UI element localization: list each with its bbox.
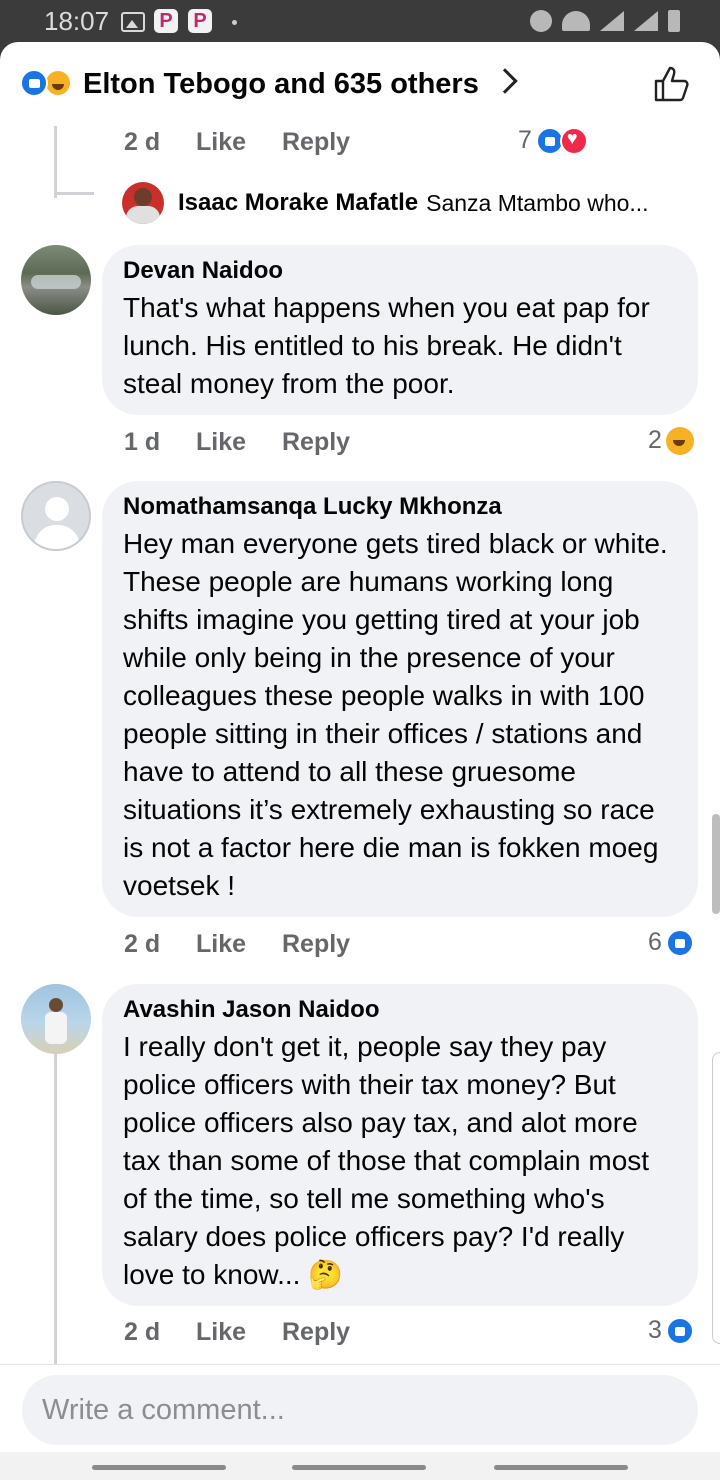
comment-time: 2 d bbox=[124, 930, 161, 958]
love-reaction-icon bbox=[559, 126, 588, 155]
comment-author[interactable]: Devan Naidoo bbox=[123, 257, 678, 285]
comments-sheet: Elton Tebogo and 635 others 2 d Like Rep… bbox=[0, 42, 720, 1480]
comment-input[interactable]: Write a comment... bbox=[22, 1375, 698, 1445]
comment-bubble[interactable]: Nomathamsanqa Lucky Mkhonza Hey man ever… bbox=[102, 481, 698, 917]
thread-line bbox=[54, 1054, 57, 1364]
reaction-count[interactable]: 3 bbox=[648, 1316, 694, 1345]
comment-time: 2 d bbox=[124, 128, 161, 156]
like-button[interactable]: Like bbox=[196, 1318, 282, 1347]
comment-time: 2 d bbox=[124, 1318, 161, 1346]
like-reaction-icon bbox=[665, 928, 694, 957]
comment-actions: 1 d Like Reply bbox=[124, 428, 350, 457]
comment-bubble[interactable]: Devan Naidoo That's what happens when yo… bbox=[102, 245, 698, 415]
system-nav-bar bbox=[0, 1452, 720, 1480]
status-time: 18:07 bbox=[44, 6, 110, 36]
app-notification-icon: P bbox=[154, 9, 178, 33]
battery-icon bbox=[668, 10, 680, 32]
reply-preview[interactable]: Isaac Morake Mafatle Sanza Mtambo who... bbox=[122, 182, 649, 224]
signal-icon bbox=[634, 11, 658, 31]
like-reaction-icon bbox=[665, 1316, 694, 1345]
haha-reaction-icon bbox=[44, 69, 72, 97]
home-button[interactable] bbox=[292, 1465, 426, 1470]
avatar[interactable] bbox=[21, 481, 91, 551]
comment-actions: 2 d Like Reply bbox=[124, 128, 350, 157]
haha-reaction-icon bbox=[665, 426, 694, 455]
scrollbar[interactable] bbox=[712, 814, 720, 914]
avatar[interactable] bbox=[21, 984, 91, 1054]
reply-snippet: Sanza Mtambo who... bbox=[426, 189, 649, 216]
reaction-count[interactable]: 6 bbox=[648, 928, 694, 957]
reply-author[interactable]: Isaac Morake Mafatle bbox=[178, 189, 418, 217]
like-button[interactable]: Like bbox=[196, 128, 282, 157]
reply-button[interactable]: Reply bbox=[282, 1318, 350, 1347]
avatar[interactable] bbox=[21, 245, 91, 315]
reply-button[interactable]: Reply bbox=[282, 128, 350, 157]
alarm-icon bbox=[530, 10, 552, 32]
avatar[interactable] bbox=[122, 182, 164, 224]
comment-actions: 2 d Like Reply bbox=[124, 1318, 350, 1347]
thread-line bbox=[54, 192, 94, 195]
scroll-track bbox=[712, 1052, 720, 1344]
like-thumb-icon[interactable] bbox=[652, 64, 692, 104]
app-notification-icon: P bbox=[188, 9, 212, 33]
comment-text: That's what happens when you eat pap for… bbox=[123, 292, 650, 399]
more-notifications-icon bbox=[232, 20, 237, 25]
like-button[interactable]: Like bbox=[196, 930, 282, 959]
comment-bubble[interactable]: Avashin Jason Naidoo I really don't get … bbox=[102, 984, 698, 1306]
comment-time: 1 d bbox=[124, 428, 161, 456]
back-button[interactable] bbox=[494, 1465, 628, 1470]
gallery-notification-icon bbox=[121, 12, 145, 32]
chevron-right-icon[interactable] bbox=[492, 68, 518, 94]
like-reaction-icon bbox=[20, 69, 48, 97]
reaction-count[interactable]: 7 bbox=[518, 126, 588, 155]
like-button[interactable]: Like bbox=[196, 428, 282, 457]
reactions-header[interactable]: Elton Tebogo and 635 others bbox=[0, 42, 720, 126]
comment-actions: 2 d Like Reply bbox=[124, 930, 350, 959]
reactions-summary[interactable]: Elton Tebogo and 635 others bbox=[83, 68, 479, 101]
status-bar: 18:07 P P bbox=[0, 0, 720, 44]
thread-line bbox=[54, 126, 57, 198]
comment-author[interactable]: Avashin Jason Naidoo bbox=[123, 996, 678, 1024]
comment-text: I really don't get it, people say they p… bbox=[123, 1031, 650, 1290]
wifi-icon bbox=[562, 11, 590, 31]
reply-button[interactable]: Reply bbox=[282, 428, 350, 457]
comment-text: Hey man everyone gets tired black or whi… bbox=[123, 528, 668, 901]
reply-button[interactable]: Reply bbox=[282, 930, 350, 959]
system-icons bbox=[530, 10, 680, 32]
signal-icon bbox=[600, 11, 624, 31]
comment-author[interactable]: Nomathamsanqa Lucky Mkhonza bbox=[123, 493, 678, 521]
reaction-count[interactable]: 2 bbox=[648, 426, 694, 455]
recent-apps-button[interactable] bbox=[92, 1465, 226, 1470]
